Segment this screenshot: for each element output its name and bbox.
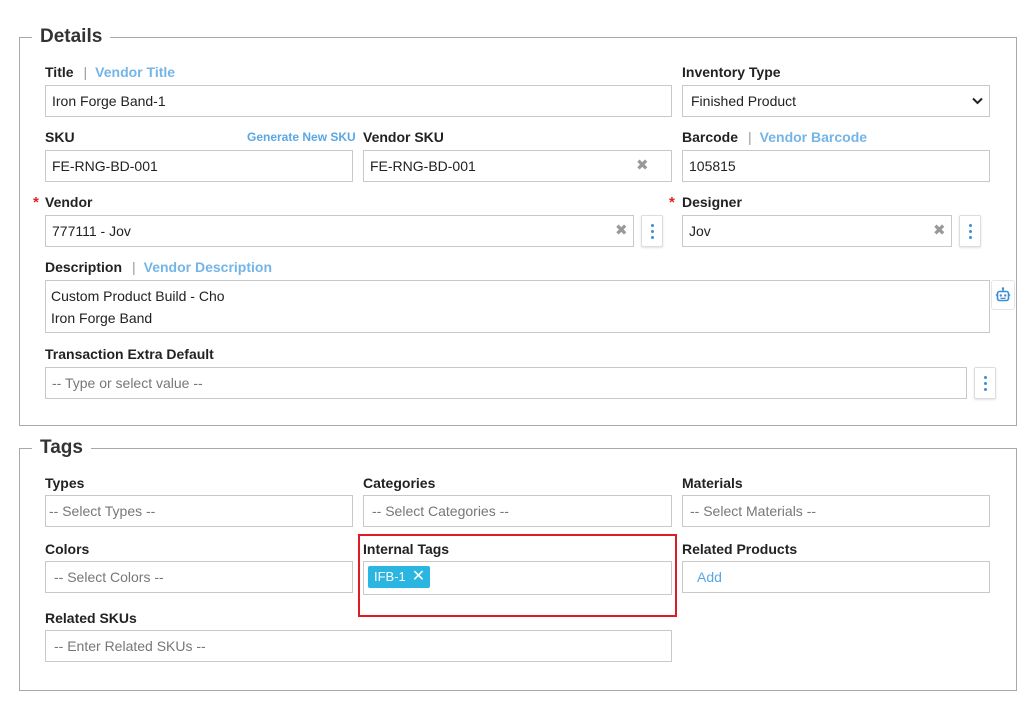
sku-input[interactable]: FE-RNG-BD-001 bbox=[45, 150, 353, 182]
vendor-sku-input[interactable]: FE-RNG-BD-001 bbox=[363, 150, 672, 182]
robot-icon bbox=[995, 287, 1011, 302]
description-line-2: Iron Forge Band bbox=[51, 310, 153, 326]
designer-value: Jov bbox=[689, 223, 711, 239]
generate-new-sku-link[interactable]: Generate New SKU bbox=[247, 130, 356, 144]
related-skus-label: Related SKUs bbox=[45, 610, 137, 626]
transaction-extra-label: Transaction Extra Default bbox=[45, 346, 214, 362]
vendor-sku-label: Vendor SKU bbox=[363, 129, 444, 145]
description-line-1: Custom Product Build - Cho bbox=[51, 288, 225, 304]
vendor-more-button[interactable] bbox=[641, 215, 663, 247]
transaction-extra-input[interactable]: -- Type or select value -- bbox=[45, 367, 967, 399]
colors-select[interactable]: -- Select Colors -- bbox=[45, 561, 353, 593]
barcode-input[interactable]: 105815 bbox=[682, 150, 990, 182]
title-label: Title bbox=[45, 64, 74, 80]
highlight-box bbox=[358, 534, 677, 617]
categories-select[interactable]: -- Select Categories -- bbox=[363, 495, 672, 527]
details-legend: Details bbox=[40, 26, 103, 47]
designer-input[interactable]: Jov bbox=[682, 215, 952, 247]
tags-legend: Tags bbox=[40, 437, 83, 458]
ai-assist-button[interactable] bbox=[991, 280, 1015, 310]
description-label-row: Description | Vendor Description bbox=[45, 259, 272, 275]
related-products-label: Related Products bbox=[682, 541, 798, 557]
barcode-label: Barcode bbox=[682, 129, 739, 145]
description-separator: | bbox=[132, 259, 136, 275]
categories-label: Categories bbox=[363, 475, 436, 491]
materials-select[interactable]: -- Select Materials -- bbox=[682, 495, 990, 527]
clear-x-icon[interactable]: ✖ bbox=[933, 223, 946, 238]
related-products-add-link[interactable]: Add bbox=[697, 569, 722, 585]
description-label: Description bbox=[45, 259, 123, 275]
vendor-required-mark: * bbox=[33, 194, 39, 211]
related-products-field: Add bbox=[682, 561, 990, 593]
designer-required-mark: * bbox=[669, 194, 675, 211]
vendor-sku-value: FE-RNG-BD-001 bbox=[370, 158, 476, 174]
vendor-value: 777111 - Jov bbox=[52, 223, 131, 239]
vendor-input[interactable]: 777111 - Jov bbox=[45, 215, 634, 247]
related-skus-input[interactable]: -- Enter Related SKUs -- bbox=[45, 630, 672, 662]
vendor-title-link[interactable]: Vendor Title bbox=[95, 64, 175, 80]
inventory-type-select[interactable]: Finished Product bbox=[682, 85, 990, 117]
inventory-type-label: Inventory Type bbox=[682, 64, 781, 80]
vendor-description-link[interactable]: Vendor Description bbox=[144, 259, 272, 275]
sku-label: SKU bbox=[45, 129, 75, 145]
colors-label: Colors bbox=[45, 541, 90, 557]
description-textarea[interactable]: Custom Product Build - Cho Iron Forge Ba… bbox=[45, 280, 990, 333]
clear-x-icon[interactable]: ✖ bbox=[615, 223, 628, 238]
vendor-barcode-link[interactable]: Vendor Barcode bbox=[760, 129, 867, 145]
clear-x-icon[interactable]: ✖ bbox=[636, 158, 649, 173]
materials-label: Materials bbox=[682, 475, 743, 491]
designer-label: Designer bbox=[682, 194, 742, 210]
title-input[interactable]: Iron Forge Band-1 bbox=[45, 85, 672, 117]
barcode-label-row: Barcode | Vendor Barcode bbox=[682, 129, 867, 145]
chevron-down-icon bbox=[972, 97, 983, 105]
inventory-type-value: Finished Product bbox=[691, 93, 797, 109]
designer-more-button[interactable] bbox=[959, 215, 981, 247]
title-separator: | bbox=[83, 64, 88, 80]
vendor-label: Vendor bbox=[45, 194, 93, 210]
transaction-extra-more-button[interactable] bbox=[974, 367, 996, 399]
barcode-separator: | bbox=[748, 129, 752, 145]
types-label: Types bbox=[45, 475, 85, 491]
title-label-row: Title | Vendor Title bbox=[45, 64, 175, 80]
types-select[interactable]: -- Select Types -- bbox=[45, 495, 353, 527]
